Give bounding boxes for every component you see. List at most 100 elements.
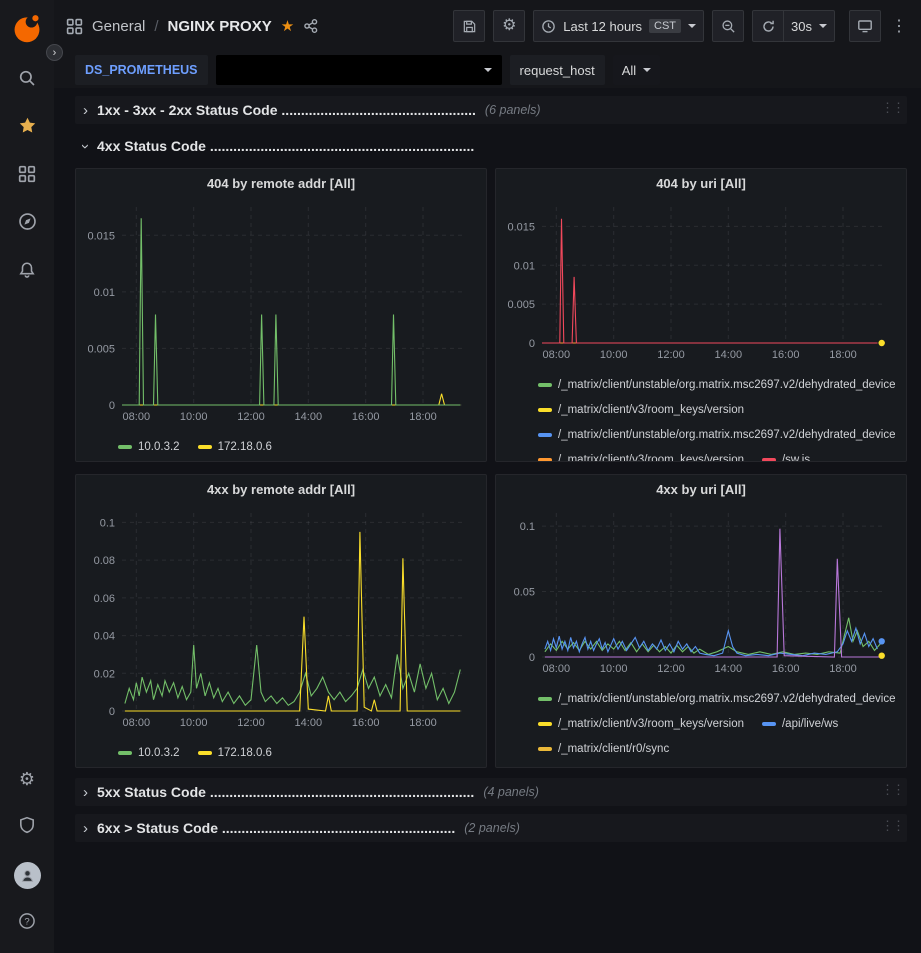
legend-item[interactable]: 172.18.0.6 <box>198 441 272 453</box>
row-title: 4xx Status Code ........................… <box>97 138 474 154</box>
legend-label: /_matrix/client/unstable/org.matrix.msc2… <box>558 693 896 705</box>
legend-row: /_matrix/client/unstable/org.matrix.msc2… <box>538 761 902 767</box>
row-drag-handle-icon[interactable]: ⋮⋮ <box>881 100 903 116</box>
chevron-down-icon <box>643 68 651 72</box>
legend-item[interactable]: /_matrix/client/unstable/org.matrix.msc2… <box>538 693 896 705</box>
sidebar-item-search[interactable] <box>0 56 54 104</box>
svg-text:10:00: 10:00 <box>600 663 628 675</box>
svg-text:?: ? <box>24 916 29 927</box>
chevron-down-icon <box>484 68 492 72</box>
svg-text:18:00: 18:00 <box>409 411 437 423</box>
grafana-logo[interactable] <box>0 0 54 56</box>
svg-text:0.01: 0.01 <box>94 287 115 299</box>
legend-item[interactable]: /_matrix/client/v3/room_keys/version <box>538 404 744 416</box>
tv-mode-button[interactable] <box>849 10 881 42</box>
panel-title[interactable]: 404 by uri [All] <box>496 169 906 197</box>
breadcrumb-section[interactable]: General <box>92 18 145 35</box>
more-options-button[interactable]: ⋮ <box>889 10 909 42</box>
svg-text:0: 0 <box>109 400 115 412</box>
svg-text:0.02: 0.02 <box>94 668 115 680</box>
legend-label: /_matrix/client/unstable/org.matrix.msc2… <box>558 429 896 441</box>
datasource-variable-select[interactable] <box>216 55 502 85</box>
svg-text:0.1: 0.1 <box>520 521 535 533</box>
sidebar-item-help[interactable]: ? <box>0 899 54 947</box>
legend-item[interactable]: /_matrix/client/unstable/org.matrix.msc2… <box>538 429 896 441</box>
legend-swatch-icon <box>538 697 552 701</box>
legend-item[interactable]: 10.0.3.2 <box>118 441 180 453</box>
time-range-label: Last 12 hours <box>563 19 642 34</box>
sidebar-item-starred[interactable] <box>0 104 54 152</box>
legend-item[interactable]: /_matrix/client/v3/room_keys/version <box>538 718 744 730</box>
request-host-variable-select[interactable]: All <box>613 55 660 85</box>
sidebar-expand-button[interactable]: › <box>46 44 63 61</box>
legend-row: /_matrix/client/v3/room_keys/version/api… <box>538 711 902 736</box>
row-drag-handle-icon[interactable]: ⋮⋮ <box>881 782 903 798</box>
sidebar-item-dashboards[interactable] <box>0 152 54 200</box>
svg-text:0.05: 0.05 <box>514 587 535 599</box>
row-drag-handle-icon[interactable]: ⋮⋮ <box>881 818 903 834</box>
save-dashboard-button[interactable] <box>453 10 485 42</box>
request-host-variable-label[interactable]: request_host <box>510 55 605 85</box>
svg-text:18:00: 18:00 <box>829 663 857 675</box>
svg-text:12:00: 12:00 <box>237 411 265 423</box>
refresh-button[interactable] <box>752 10 784 42</box>
legend-item[interactable]: /_matrix/client/r0/sync <box>538 743 669 755</box>
refresh-group: 30s <box>752 10 835 42</box>
panel-title[interactable]: 4xx by remote addr [All] <box>76 475 486 503</box>
dashboard-title[interactable]: NGINX PROXY <box>168 18 272 35</box>
chevron-right-icon: › <box>83 785 88 800</box>
chart-canvas[interactable]: 00.0050.010.01508:0010:0012:0014:0016:00… <box>78 197 486 432</box>
row-header-5xx[interactable]: › 5xx Status Code ......................… <box>75 778 907 806</box>
panel-title[interactable]: 404 by remote addr [All] <box>76 169 486 197</box>
row-header-4xx[interactable]: › 4xx Status Code ......................… <box>75 132 907 160</box>
panel-title[interactable]: 4xx by uri [All] <box>496 475 906 503</box>
bell-icon <box>18 261 36 284</box>
row-title: 5xx Status Code ........................… <box>97 784 474 800</box>
svg-text:18:00: 18:00 <box>829 349 857 361</box>
kebab-icon: ⋮ <box>891 18 907 35</box>
chevron-right-icon: › <box>83 103 88 118</box>
dashboard-settings-button[interactable]: ⚙ <box>493 10 525 42</box>
refresh-interval-dropdown[interactable]: 30s <box>783 10 835 42</box>
chart-canvas[interactable]: 00.050.108:0010:0012:0014:0016:0018:00 <box>498 503 906 684</box>
sidebar-item-profile[interactable] <box>0 851 54 899</box>
legend-label: 172.18.0.6 <box>218 747 272 759</box>
legend-item[interactable]: /api/live/ws <box>762 718 838 730</box>
svg-text:16:00: 16:00 <box>772 349 800 361</box>
zoom-out-icon <box>721 19 736 34</box>
chart-canvas[interactable]: 00.0050.010.01508:0010:0012:0014:0016:00… <box>498 197 906 370</box>
svg-text:14:00: 14:00 <box>295 411 323 423</box>
panel-4xx-by-uri: 4xx by uri [All] 00.050.108:0010:0012:00… <box>495 474 907 768</box>
chevron-right-icon: › <box>83 821 88 836</box>
legend-item[interactable]: 10.0.3.2 <box>118 747 180 759</box>
row-header-1xx-3xx-2xx[interactable]: › 1xx - 3xx - 2xx Status Code ..........… <box>75 96 907 124</box>
legend-swatch-icon <box>538 458 552 462</box>
sidebar-item-explore[interactable] <box>0 200 54 248</box>
refresh-icon <box>761 19 776 34</box>
legend-swatch-icon <box>538 383 552 387</box>
sidebar-item-configuration[interactable]: ⚙ <box>0 755 54 803</box>
datasource-variable-label[interactable]: DS_PROMETHEUS <box>75 55 208 85</box>
legend-item[interactable]: /_matrix/client/v3/room_keys/version <box>538 454 744 462</box>
legend-row: /_matrix/client/unstable/org.matrix.msc2… <box>538 422 902 447</box>
sidebar-item-server-admin[interactable] <box>0 803 54 851</box>
sidebar-item-alerting[interactable] <box>0 248 54 296</box>
svg-text:14:00: 14:00 <box>715 349 743 361</box>
legend-item[interactable]: /sw.js <box>762 454 810 462</box>
svg-text:08:00: 08:00 <box>543 349 571 361</box>
legend-item[interactable]: 172.18.0.6 <box>198 747 272 759</box>
legend-row: /_matrix/client/v3/room_keys/version/sw.… <box>538 447 902 461</box>
row-header-6xx[interactable]: › 6xx > Status Code ....................… <box>75 814 907 842</box>
top-navbar: General / NGINX PROXY ★ ⚙ Last 12 hours <box>54 0 921 52</box>
favorite-star-icon[interactable]: ★ <box>281 19 294 34</box>
legend-row: /_matrix/client/v3/room_keys/version <box>538 397 902 422</box>
time-range-picker[interactable]: Last 12 hours CST <box>533 10 704 42</box>
legend-item[interactable]: /_matrix/client/unstable/org.matrix.msc2… <box>538 379 896 391</box>
row-panel-count: (6 panels) <box>485 103 541 117</box>
chart-canvas[interactable]: 00.020.040.060.080.108:0010:0012:0014:00… <box>78 503 486 738</box>
svg-text:0.01: 0.01 <box>514 260 535 272</box>
svg-text:10:00: 10:00 <box>180 717 208 729</box>
share-icon[interactable] <box>303 18 319 34</box>
zoom-out-button[interactable] <box>712 10 744 42</box>
svg-text:18:00: 18:00 <box>409 717 437 729</box>
